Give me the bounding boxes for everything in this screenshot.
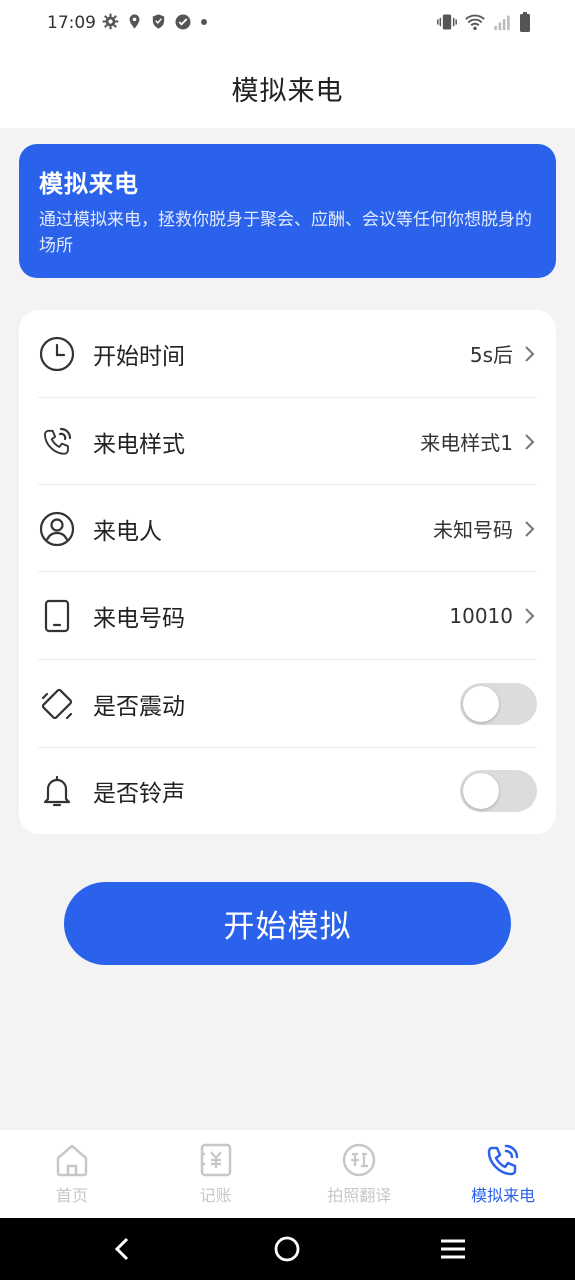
call-style-label: 来电样式 (93, 431, 185, 458)
call-style-row[interactable]: 来电样式 来电样式1 (38, 398, 537, 485)
toggle-knob (463, 772, 499, 809)
tab-photo-translate-label: 拍照翻译 (327, 1186, 392, 1205)
translate-icon (343, 1143, 376, 1177)
page-title: 模拟来电 (231, 75, 344, 107)
vibrate-label: 是否震动 (93, 693, 185, 720)
home-icon (56, 1144, 88, 1177)
check-badge-icon (175, 14, 191, 29)
status-right-icons (437, 12, 531, 32)
bell-icon (38, 772, 76, 810)
ringtone-row: 是否铃声 (38, 747, 537, 834)
phone-ringing-icon (38, 423, 76, 461)
vibrate-phone-icon (38, 685, 76, 723)
system-nav-bar (0, 1218, 575, 1280)
banner-description: 通过模拟来电，拯救你脱身于聚会、应酬、会议等任何你想脱身的场所 (39, 210, 532, 256)
caller-row[interactable]: 来电人 未知号码 (38, 485, 537, 572)
tab-home[interactable]: 首页 (0, 1130, 144, 1218)
caller-number-value: 10010 (449, 603, 513, 628)
tab-fake-call-label: 模拟来电 (471, 1186, 536, 1205)
chevron-right-icon (523, 519, 537, 539)
intro-banner: 模拟来电 通过模拟来电，拯救你脱身于聚会、应酬、会议等任何你想脱身的场所 (19, 144, 556, 278)
dot-icon (201, 18, 207, 25)
start-time-label: 开始时间 (93, 343, 185, 370)
call-style-value: 来电样式1 (420, 431, 513, 455)
ringtone-label: 是否铃声 (93, 780, 185, 807)
tab-photo-translate[interactable]: 拍照翻译 (288, 1130, 432, 1218)
caller-value: 未知号码 (433, 518, 513, 542)
chevron-right-icon (523, 432, 537, 452)
chevron-right-icon (523, 606, 537, 626)
user-circle-icon (38, 510, 76, 548)
status-left-icons (102, 12, 209, 31)
bottom-tab-bar: 首页 记账 拍照翻译 模拟来电 (0, 1130, 575, 1218)
start-simulation-button[interactable]: 开始模拟 (64, 882, 511, 965)
battery-icon (520, 12, 530, 32)
wifi-icon (465, 14, 485, 30)
tab-ledger[interactable]: 记账 (144, 1130, 288, 1218)
home-circle-icon[interactable] (272, 1234, 302, 1264)
shield-icon (152, 14, 165, 29)
status-time: 17:09 (47, 13, 96, 33)
menu-icon[interactable] (438, 1234, 468, 1264)
start-time-value: 5s后 (469, 343, 513, 367)
start-time-row[interactable]: 开始时间 5s后 (38, 310, 537, 397)
tab-home-label: 首页 (55, 1186, 88, 1205)
phone-ringing-icon (487, 1144, 519, 1176)
location-icon (129, 14, 140, 29)
app-bar: 模拟来电 (0, 48, 575, 128)
back-icon[interactable] (107, 1234, 137, 1264)
tab-fake-call[interactable]: 模拟来电 (431, 1130, 575, 1218)
vibrate-icon (437, 14, 457, 30)
settings-card: 开始时间 5s后 来电样式 来电样式1 来电人 未知号码 来电号码 10010 (19, 310, 556, 834)
ringtone-toggle[interactable] (460, 769, 537, 812)
gear-icon (102, 13, 119, 30)
ledger-icon (200, 1143, 231, 1177)
caller-number-label: 来电号码 (93, 605, 185, 632)
signal-icon (494, 15, 510, 30)
tab-ledger-label: 记账 (199, 1186, 232, 1205)
caller-number-row[interactable]: 来电号码 10010 (38, 572, 537, 659)
vibrate-toggle[interactable] (460, 682, 537, 725)
status-bar: 17:09 (0, 0, 575, 48)
clock-icon (38, 335, 76, 373)
toggle-knob (463, 685, 499, 722)
caller-label: 来电人 (93, 518, 162, 545)
tablet-icon (38, 597, 76, 635)
vibrate-row: 是否震动 (38, 660, 537, 747)
banner-title: 模拟来电 (39, 170, 139, 198)
chevron-right-icon (523, 344, 537, 364)
